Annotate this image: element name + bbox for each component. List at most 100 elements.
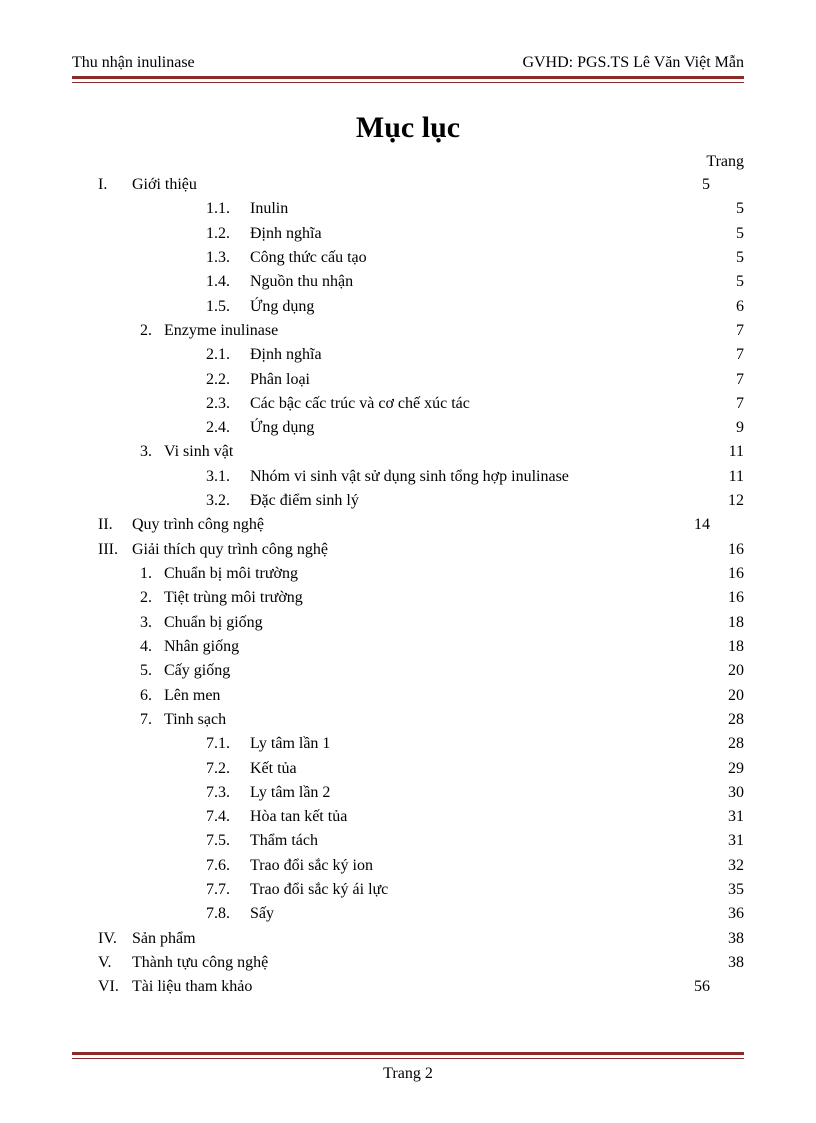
toc-text: Tài liệu tham khảo xyxy=(132,975,252,999)
toc-number: I. xyxy=(98,173,132,197)
toc-page: 7 xyxy=(714,392,744,416)
toc-text: Ứng dụng xyxy=(250,295,314,319)
toc-text: Giới thiệu xyxy=(132,173,197,197)
toc-number: 2. xyxy=(140,586,164,610)
toc-text: Tinh sạch xyxy=(164,708,226,732)
toc-row-left: 6.Lên men xyxy=(140,684,220,708)
toc-number: III. xyxy=(98,538,132,562)
toc-page: 38 xyxy=(714,951,744,975)
toc-page: 5 xyxy=(714,270,744,294)
page-header: Thu nhận inulinase GVHD: PGS.TS Lê Văn V… xyxy=(72,54,744,72)
toc-row-left: 1.1.Inulin xyxy=(206,197,288,221)
toc-number: 5. xyxy=(140,659,164,683)
toc-row-left: 3.Chuẩn bị giống xyxy=(140,611,263,635)
toc-row: 7.7.Trao đổi sắc ký ái lực35 xyxy=(206,878,744,902)
toc-text: Nhóm vi sinh vật sử dụng sinh tổng hợp i… xyxy=(250,465,569,489)
toc-text: Thẩm tách xyxy=(250,829,318,853)
toc-row-left: 3.2.Đặc điểm sinh lý xyxy=(206,489,359,513)
toc-page: 9 xyxy=(714,416,744,440)
toc-row: 7.1.Ly tâm lần 128 xyxy=(206,732,744,756)
toc-row-left: 1.2.Định nghĩa xyxy=(206,222,322,246)
toc-number: 2.1. xyxy=(206,343,250,367)
toc-page: 28 xyxy=(714,708,744,732)
toc-page: 18 xyxy=(714,611,744,635)
toc-text: Trao đổi sắc ký ion xyxy=(250,854,373,878)
toc-text: Công thức cấu tạo xyxy=(250,246,367,270)
toc-row-left: 2.1.Định nghĩa xyxy=(206,343,322,367)
header-divider xyxy=(72,76,744,83)
footer-divider xyxy=(72,1052,744,1059)
toc-text: Enzyme inulinase xyxy=(164,319,278,343)
toc-number: 1.5. xyxy=(206,295,250,319)
toc-row-left: 2.4.Ứng dụng xyxy=(206,416,314,440)
toc-row-left: 1.5.Ứng dụng xyxy=(206,295,314,319)
toc-page: 5 xyxy=(680,173,744,197)
toc-number: 6. xyxy=(140,684,164,708)
toc-text: Định nghĩa xyxy=(250,343,322,367)
toc-number: 7.6. xyxy=(206,854,250,878)
toc-page: 16 xyxy=(714,562,744,586)
toc-text: Nhân giống xyxy=(164,635,239,659)
toc-row: 1.4.Nguồn thu nhận 5 xyxy=(206,270,744,294)
toc-page: 16 xyxy=(714,538,744,562)
toc-row: 7.5.Thẩm tách31 xyxy=(206,829,744,853)
toc-number: 3.2. xyxy=(206,489,250,513)
toc-text: Thành tựu công nghệ xyxy=(132,951,268,975)
toc-text: Định nghĩa xyxy=(250,222,322,246)
toc-row: 1.5.Ứng dụng6 xyxy=(206,295,744,319)
toc-row-left: 4.Nhân giống xyxy=(140,635,239,659)
toc-page: 5 xyxy=(714,197,744,221)
toc-row: III.Giải thích quy trình công nghệ 16 xyxy=(98,538,744,562)
toc-number: 3.1. xyxy=(206,465,250,489)
toc-text: Ly tâm lần 1 xyxy=(250,732,330,756)
toc-row-left: I.Giới thiệu xyxy=(98,173,197,197)
toc-number: 3. xyxy=(140,440,164,464)
toc-row: 1.3.Công thức cấu tạo5 xyxy=(206,246,744,270)
toc-row-left: 2.2.Phân loại xyxy=(206,368,310,392)
footer-page-number: Trang 2 xyxy=(0,1065,816,1083)
page-column-label: Trang xyxy=(72,153,744,171)
toc-row-left: 3.1.Nhóm vi sinh vật sử dụng sinh tổng h… xyxy=(206,465,569,489)
toc-text: Giải thích quy trình công nghệ xyxy=(132,538,328,562)
toc-row: 1.1.Inulin 5 xyxy=(206,197,744,221)
toc-row: 2.Tiệt trùng môi trường16 xyxy=(140,586,744,610)
toc-text: Chuẩn bị giống xyxy=(164,611,263,635)
toc-page: 29 xyxy=(714,757,744,781)
toc-row-left: VI.Tài liệu tham khảo xyxy=(98,975,252,999)
toc-text: Trao đổi sắc ký ái lực xyxy=(250,878,388,902)
toc-text: Đặc điểm sinh lý xyxy=(250,489,359,513)
toc-number: 2.4. xyxy=(206,416,250,440)
header-left: Thu nhận inulinase xyxy=(72,54,195,72)
toc-text: Chuẩn bị môi trường xyxy=(164,562,298,586)
toc-row-left: 7.3.Ly tâm lần 2 xyxy=(206,781,330,805)
toc-row: 1.2.Định nghĩa5 xyxy=(206,222,744,246)
toc-row: 3.2.Đặc điểm sinh lý12 xyxy=(206,489,744,513)
toc-row-left: 7.2.Kết tủa xyxy=(206,757,297,781)
toc-number: 7. xyxy=(140,708,164,732)
toc-row: I.Giới thiệu 5 xyxy=(98,173,744,197)
toc-text: Vi sinh vật xyxy=(164,440,233,464)
toc-number: 1.3. xyxy=(206,246,250,270)
toc-page: 7 xyxy=(714,368,744,392)
toc-number: 2. xyxy=(140,319,164,343)
toc-number: 1.4. xyxy=(206,270,250,294)
toc-row-left: 7.4.Hòa tan kết tủa xyxy=(206,805,347,829)
toc-page: 20 xyxy=(714,659,744,683)
toc-row: 7.4.Hòa tan kết tủa 31 xyxy=(206,805,744,829)
toc-number: 1.2. xyxy=(206,222,250,246)
toc-page: 30 xyxy=(714,781,744,805)
toc-number: VI. xyxy=(98,975,132,999)
toc-row: 7.2.Kết tủa 29 xyxy=(206,757,744,781)
toc-row: 6.Lên men20 xyxy=(140,684,744,708)
toc-page: 35 xyxy=(714,878,744,902)
toc-text: Sấy xyxy=(250,902,274,926)
toc-page: 32 xyxy=(714,854,744,878)
toc-row-left: III.Giải thích quy trình công nghệ xyxy=(98,538,328,562)
toc-text: Tiệt trùng môi trường xyxy=(164,586,303,610)
toc-row-left: 1.Chuẩn bị môi trường xyxy=(140,562,298,586)
toc-page: 31 xyxy=(714,805,744,829)
toc-row-left: 1.3.Công thức cấu tạo xyxy=(206,246,367,270)
toc-text: Nguồn thu nhận xyxy=(250,270,353,294)
toc-row: 2.Enzyme inulinase7 xyxy=(140,319,744,343)
header-right: GVHD: PGS.TS Lê Văn Việt Mẫn xyxy=(522,54,744,72)
